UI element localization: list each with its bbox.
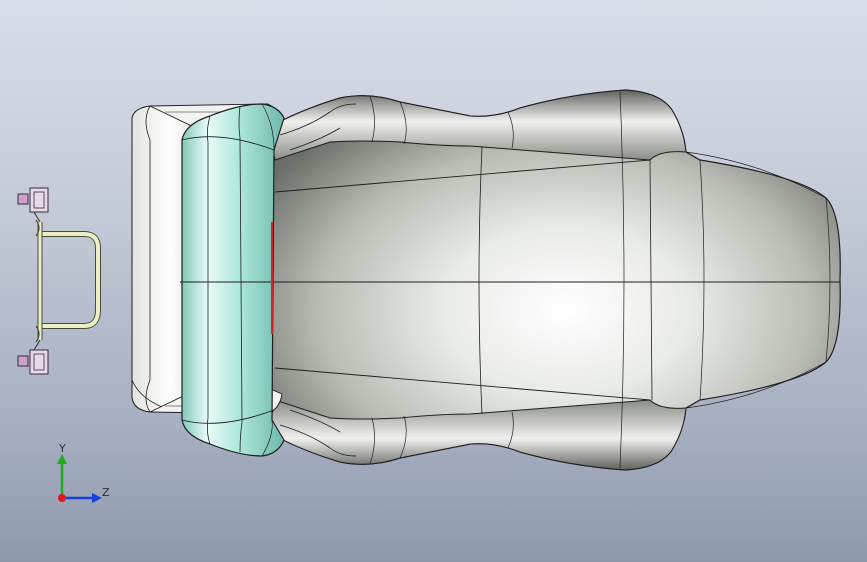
seat-shell[interactable] [180, 89, 841, 471]
z-axis-label: Z [102, 486, 110, 499]
bolt-icon [17, 187, 49, 223]
mount-bracket[interactable] [17, 187, 101, 375]
y-axis-label: Y [59, 442, 66, 455]
seat-model[interactable] [0, 0, 867, 562]
bolt-icon [17, 339, 49, 375]
headrest[interactable] [181, 103, 285, 457]
view-orientation-triad[interactable]: Y Z [52, 440, 122, 510]
graphics-viewport[interactable]: Y Z [0, 0, 867, 562]
